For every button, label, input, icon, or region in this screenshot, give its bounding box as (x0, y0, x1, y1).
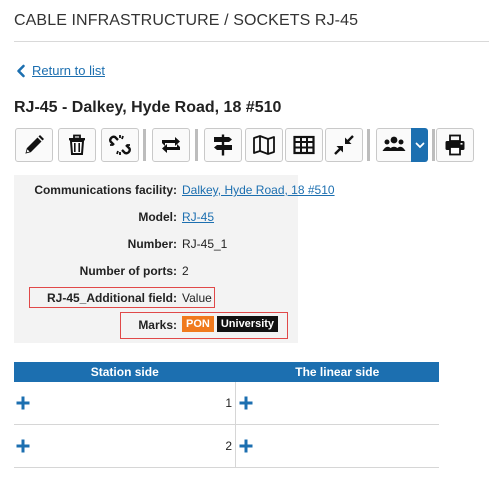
swap-button[interactable] (152, 128, 190, 162)
model-link[interactable]: RJ-45 (182, 210, 214, 224)
plus-icon[interactable] (16, 439, 30, 453)
table-button[interactable] (285, 128, 323, 162)
column-header-station-side: Station side (14, 362, 236, 382)
property-label: Model: (138, 210, 177, 224)
table-icon (293, 135, 315, 155)
port-number: 2 (214, 424, 236, 468)
map-button[interactable] (245, 128, 283, 162)
property-label: Communications facility: (34, 183, 177, 197)
edit-button[interactable] (15, 128, 53, 162)
property-number: Number: RJ-45_1 (14, 235, 314, 255)
highlight-additional-field (29, 287, 215, 308)
object-title: RJ-45 - Dalkey, Hyde Road, 18 #510 (14, 99, 282, 116)
plus-icon[interactable] (239, 439, 253, 453)
property-value: RJ-45_1 (182, 237, 228, 251)
retweet-icon (162, 137, 180, 153)
signpost-icon (214, 134, 232, 156)
unlink-icon (109, 135, 131, 155)
pencil-icon (25, 135, 44, 154)
table-row: 1 (14, 382, 439, 425)
port-number: 1 (214, 382, 236, 425)
table-row: 2 (14, 424, 439, 468)
plus-icon[interactable] (16, 396, 30, 410)
print-button[interactable] (436, 128, 474, 162)
station-side-cell (14, 382, 214, 425)
users-icon (382, 136, 406, 151)
unlink-button[interactable] (101, 128, 139, 162)
compress-icon (334, 135, 354, 155)
print-icon (445, 134, 465, 156)
trash-icon (69, 134, 85, 155)
station-side-cell (14, 424, 214, 468)
linear-side-cell (235, 424, 439, 468)
page-title: CABLE INFRASTRUCTURE / SOCKETS RJ-45 (14, 12, 359, 29)
property-number-of-ports: Number of ports: 2 (14, 262, 314, 282)
delete-button[interactable] (58, 128, 96, 162)
return-to-list-label: Return to list (32, 63, 105, 78)
highlight-marks (120, 312, 288, 339)
plus-icon[interactable] (239, 396, 253, 410)
property-label: Number of ports: (79, 264, 177, 278)
return-to-list-link[interactable]: Return to list (14, 63, 105, 78)
toolbar-separator (367, 129, 370, 161)
route-button[interactable] (204, 128, 242, 162)
column-header-linear-side: The linear side (235, 362, 439, 382)
map-icon (253, 135, 275, 155)
title-divider (14, 41, 489, 42)
toolbar-separator (195, 129, 198, 161)
property-model: Model: RJ-45 (14, 208, 314, 228)
property-label: Number: (127, 237, 177, 251)
users-dropdown-toggle[interactable] (411, 128, 428, 162)
chevron-down-icon (415, 142, 424, 149)
toolbar-separator (432, 129, 435, 161)
linear-side-cell (235, 382, 439, 425)
users-button[interactable] (376, 128, 412, 162)
compress-button[interactable] (325, 128, 363, 162)
chevron-left-icon (17, 64, 25, 77)
toolbar-separator (143, 129, 146, 161)
communications-facility-link[interactable]: Dalkey, Hyde Road, 18 #510 (182, 183, 335, 197)
property-communications-facility: Communications facility: Dalkey, Hyde Ro… (14, 181, 334, 201)
property-value: 2 (182, 264, 189, 278)
ports-table: Station side The linear side 1 2 (14, 362, 439, 468)
